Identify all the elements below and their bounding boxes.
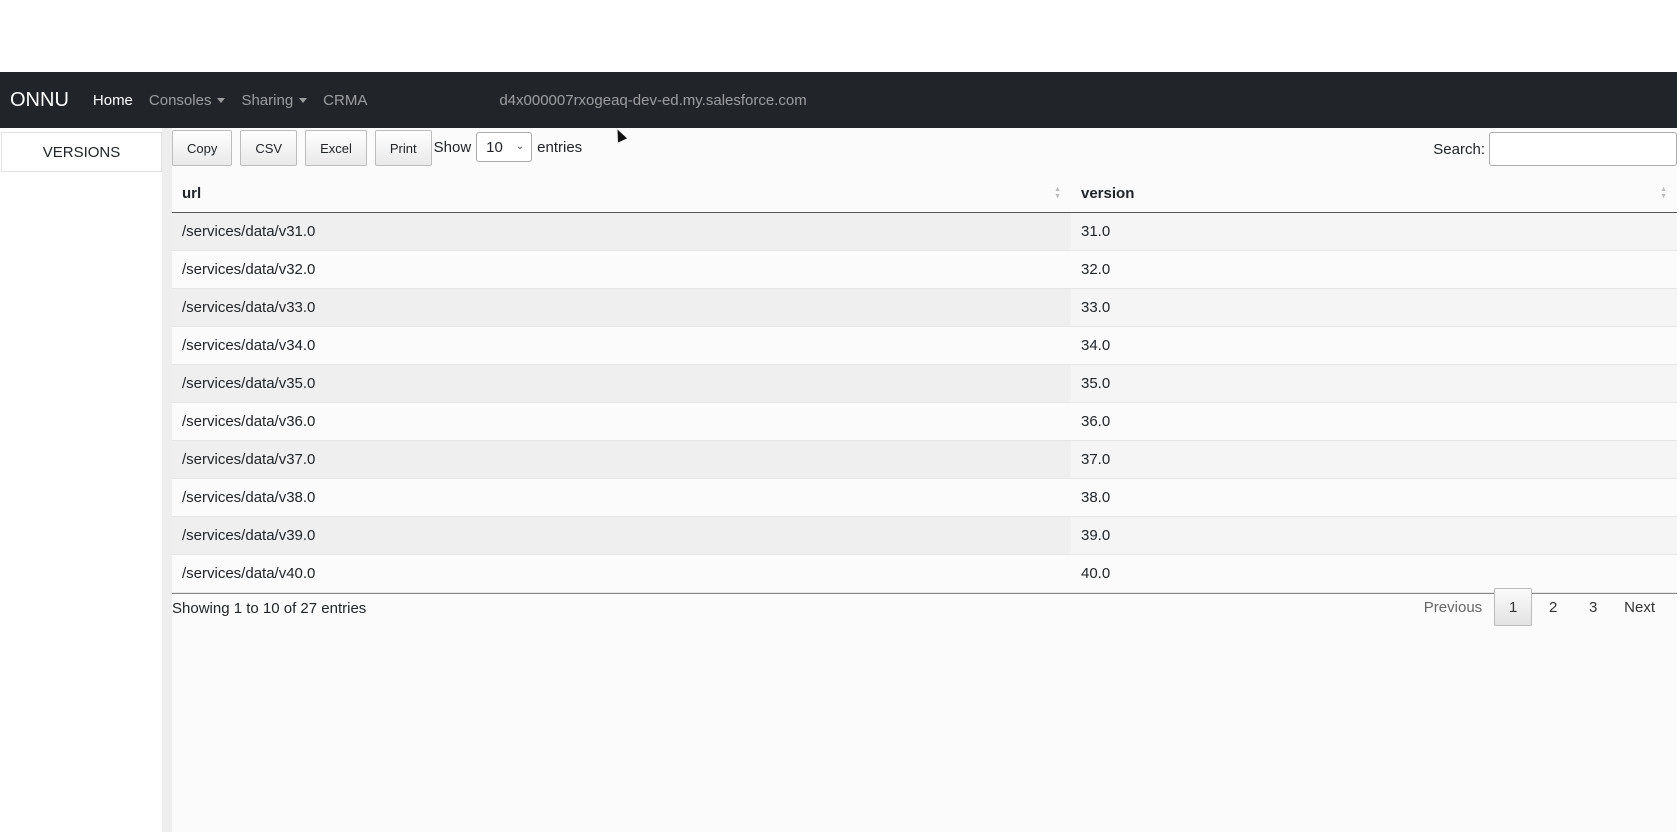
table-row: /services/data/v37.0 37.0 bbox=[172, 441, 1677, 479]
csv-button[interactable]: CSV bbox=[240, 130, 298, 166]
cell-version: 31.0 bbox=[1071, 213, 1677, 250]
cell-version: 35.0 bbox=[1071, 365, 1677, 402]
caret-down-icon bbox=[299, 97, 308, 103]
table-row: /services/data/v31.0 31.0 bbox=[172, 213, 1677, 251]
cell-url: /services/data/v32.0 bbox=[172, 251, 1071, 288]
search-label: Search: bbox=[1433, 140, 1485, 158]
page-length-value: 10 bbox=[486, 138, 503, 156]
nav-crma-label: CRMA bbox=[323, 91, 368, 109]
cell-version: 34.0 bbox=[1071, 327, 1677, 364]
print-button[interactable]: Print bbox=[374, 130, 432, 166]
table-toolbar: Copy CSV Excel Print Show 10 ⌄ entries bbox=[172, 130, 582, 170]
cell-version: 40.0 bbox=[1071, 555, 1677, 592]
cell-url: /services/data/v33.0 bbox=[172, 289, 1071, 326]
column-header-label: url bbox=[182, 184, 202, 202]
cell-version: 39.0 bbox=[1071, 517, 1677, 554]
table-header-row: url ▲ ▼ version ▲ ▼ bbox=[172, 174, 1677, 213]
nav-sharing[interactable]: Sharing bbox=[241, 91, 308, 109]
versions-table: url ▲ ▼ version ▲ ▼ /services/data/v31.0 31… bbox=[172, 174, 1677, 594]
table-row: /services/data/v38.0 38.0 bbox=[172, 479, 1677, 517]
table-row: /services/data/v36.0 36.0 bbox=[172, 403, 1677, 441]
column-header-label: version bbox=[1081, 184, 1135, 202]
cell-version: 36.0 bbox=[1071, 403, 1677, 440]
page-length-control: Show 10 ⌄ entries bbox=[433, 132, 583, 162]
cell-url: /services/data/v38.0 bbox=[172, 479, 1071, 516]
top-navbar: ONNU Home Consoles Sharing CRMA d4x00000… bbox=[0, 72, 1677, 128]
table-row: /services/data/v32.0 32.0 bbox=[172, 251, 1677, 289]
main-content: Copy CSV Excel Print Show 10 ⌄ entries S… bbox=[172, 128, 1677, 832]
page-length-select[interactable]: 10 ⌄ bbox=[476, 132, 533, 162]
show-label: Show bbox=[433, 138, 472, 156]
cell-version: 32.0 bbox=[1071, 251, 1677, 288]
nav-crma[interactable]: CRMA bbox=[323, 92, 367, 109]
cell-version: 38.0 bbox=[1071, 479, 1677, 516]
sidebar: VERSIONS bbox=[0, 128, 162, 832]
caret-down-icon bbox=[217, 97, 226, 103]
nav-home-label: Home bbox=[92, 91, 133, 109]
sort-icon: ▲ ▼ bbox=[1054, 186, 1061, 200]
cell-version: 37.0 bbox=[1071, 441, 1677, 478]
column-header-version[interactable]: version ▲ ▼ bbox=[1071, 174, 1677, 212]
copy-button[interactable]: Copy bbox=[172, 130, 233, 166]
sidebar-item-versions[interactable]: VERSIONS bbox=[1, 132, 162, 172]
entries-label: entries bbox=[537, 138, 583, 156]
column-header-url[interactable]: url ▲ ▼ bbox=[172, 174, 1071, 212]
page-button-3[interactable]: 3 bbox=[1574, 588, 1612, 626]
nav-consoles[interactable]: Consoles bbox=[149, 92, 226, 109]
table-row: /services/data/v33.0 33.0 bbox=[172, 289, 1677, 327]
table-row: /services/data/v35.0 35.0 bbox=[172, 365, 1677, 403]
search-control: Search: bbox=[1433, 132, 1677, 166]
cell-url: /services/data/v35.0 bbox=[172, 365, 1071, 402]
page-button-2[interactable]: 2 bbox=[1534, 588, 1572, 626]
cell-url: /services/data/v36.0 bbox=[172, 403, 1071, 440]
sidebar-item-label: VERSIONS bbox=[42, 143, 121, 161]
cell-url: /services/data/v34.0 bbox=[172, 327, 1071, 364]
pagination: Previous 1 2 3 Next bbox=[1412, 588, 1665, 626]
cell-url: /services/data/v31.0 bbox=[172, 213, 1071, 250]
excel-button[interactable]: Excel bbox=[305, 130, 367, 166]
org-host-text: d4x000007rxogeaq-dev-ed.my.salesforce.co… bbox=[499, 91, 807, 109]
sidebar-divider bbox=[162, 128, 172, 832]
cell-url: /services/data/v40.0 bbox=[172, 555, 1071, 592]
table-row: /services/data/v39.0 39.0 bbox=[172, 517, 1677, 555]
table-row: /services/data/v34.0 34.0 bbox=[172, 327, 1677, 365]
search-input[interactable] bbox=[1489, 132, 1677, 166]
cell-url: /services/data/v39.0 bbox=[172, 517, 1071, 554]
sort-icon: ▲ ▼ bbox=[1660, 186, 1667, 200]
next-button[interactable]: Next bbox=[1614, 588, 1665, 626]
previous-button[interactable]: Previous bbox=[1414, 588, 1492, 626]
table-info: Showing 1 to 10 of 27 entries bbox=[172, 600, 367, 617]
nav-home[interactable]: Home bbox=[93, 92, 133, 109]
cell-version: 33.0 bbox=[1071, 289, 1677, 326]
chevron-down-icon: ⌄ bbox=[515, 141, 525, 152]
table-body: /services/data/v31.0 31.0/services/data/v… bbox=[172, 213, 1677, 593]
brand-logo[interactable]: ONNU bbox=[10, 89, 69, 112]
page-button-1[interactable]: 1 bbox=[1494, 588, 1533, 626]
cell-url: /services/data/v37.0 bbox=[172, 441, 1071, 478]
app-window: ONNU Home Consoles Sharing CRMA d4x00000… bbox=[0, 0, 1680, 832]
nav-consoles-label: Consoles bbox=[148, 91, 212, 109]
nav-sharing-label: Sharing bbox=[241, 91, 294, 109]
